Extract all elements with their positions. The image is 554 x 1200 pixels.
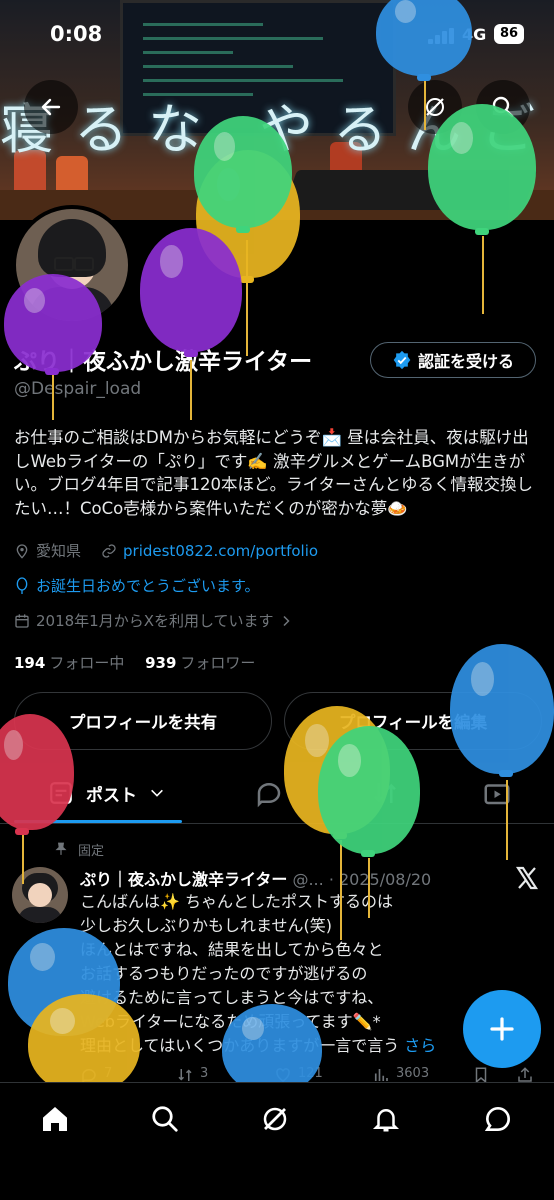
location-pin-icon bbox=[16, 543, 28, 559]
profile-bio: お仕事のご相談はDMからお気軽にどうぞ📩 昼は会社員、夜は駆け出しWebライター… bbox=[14, 428, 534, 518]
pinned-label: 固定 bbox=[78, 844, 105, 859]
pin-icon bbox=[55, 842, 67, 855]
chevron-down-icon bbox=[151, 789, 163, 797]
post-author-handle: @... bbox=[292, 870, 324, 889]
balloon bbox=[428, 104, 536, 230]
post-header: ぷり｜夜ふかし激辛ライター @... · 2025/08/20 bbox=[80, 870, 432, 889]
tab-posts-label: ポスト bbox=[86, 785, 137, 806]
plus-icon bbox=[490, 1017, 514, 1041]
verified-badge-icon bbox=[393, 350, 411, 370]
follow-stats: 194 フォロー中 939 フォロワー bbox=[14, 652, 255, 673]
profile-location: 愛知県 bbox=[36, 542, 82, 560]
joined-row[interactable]: 2018年1月からXを利用しています bbox=[14, 610, 292, 631]
balloon bbox=[318, 726, 420, 854]
x-logo-icon bbox=[515, 866, 539, 890]
profile-handle: @Despair_load bbox=[14, 379, 142, 399]
nav-notifications[interactable] bbox=[366, 1099, 406, 1139]
post-line: 少しお久しぶりかもしれません(笑) bbox=[80, 916, 333, 935]
post-line: ほんとはですね、結果を出してから色々と bbox=[80, 940, 384, 959]
balloon-icon bbox=[16, 576, 28, 594]
post-date: 2025/08/20 bbox=[339, 870, 432, 889]
balloon bbox=[376, 0, 472, 76]
back-arrow-icon bbox=[41, 98, 61, 116]
profile-tabs: ポスト bbox=[0, 766, 554, 822]
get-verified-label: 認証を受ける bbox=[417, 352, 514, 371]
compose-post-button[interactable] bbox=[463, 990, 541, 1068]
following-label: フォロー中 bbox=[49, 654, 125, 672]
status-time: 0:08 bbox=[50, 22, 103, 46]
replies-tab-icon[interactable] bbox=[254, 778, 284, 808]
balloon bbox=[4, 274, 102, 372]
calendar-icon bbox=[15, 613, 29, 628]
profile-meta-row: 愛知県 pridest0822.com/portfolio bbox=[14, 540, 318, 561]
bottom-nav bbox=[0, 1082, 554, 1200]
nav-messages[interactable] bbox=[478, 1099, 518, 1139]
search-icon bbox=[152, 1106, 178, 1132]
balloon bbox=[140, 228, 242, 352]
link-icon bbox=[102, 543, 116, 558]
balloon bbox=[222, 1004, 322, 1094]
grok-icon bbox=[426, 98, 444, 116]
post-author-name[interactable]: ぷり｜夜ふかし激辛ライター bbox=[80, 870, 287, 889]
balloon bbox=[450, 644, 554, 774]
following-stat[interactable]: 194 フォロー中 bbox=[14, 654, 124, 672]
tabs-divider bbox=[0, 823, 554, 824]
back-button[interactable] bbox=[24, 80, 78, 134]
birthday-row: お誕生日おめでとうございます。 bbox=[14, 575, 260, 596]
followers-count: 939 bbox=[145, 654, 177, 672]
balloon bbox=[28, 994, 140, 1094]
nav-home[interactable] bbox=[35, 1099, 75, 1139]
followers-stat[interactable]: 939 フォロワー bbox=[145, 654, 255, 672]
grok-icon bbox=[263, 1107, 287, 1131]
post-line: お話するつもりだったのですが逃げるの bbox=[80, 964, 368, 983]
message-icon bbox=[484, 1107, 510, 1131]
profile-website-link[interactable]: pridest0822.com/portfolio bbox=[123, 542, 318, 560]
show-more-link[interactable]: さら bbox=[404, 1036, 436, 1055]
following-count: 194 bbox=[14, 654, 46, 672]
followers-label: フォロワー bbox=[180, 654, 256, 672]
post-line: こんばんは✨ ちゃんとしたポストするのは bbox=[80, 892, 394, 911]
chevron-right-icon bbox=[283, 615, 290, 626]
bell-icon bbox=[372, 1109, 400, 1132]
post-author-avatar[interactable] bbox=[12, 867, 68, 923]
nav-search[interactable] bbox=[145, 1099, 185, 1139]
battery-level: 86 bbox=[494, 24, 524, 44]
home-icon bbox=[43, 1107, 67, 1131]
balloon bbox=[194, 116, 292, 228]
get-verified-button[interactable]: 認証を受ける bbox=[370, 342, 536, 378]
nav-grok[interactable] bbox=[255, 1099, 295, 1139]
joined-date: 2018年1月からXを利用しています bbox=[36, 612, 274, 630]
birthday-message: お誕生日おめでとうございます。 bbox=[36, 577, 260, 595]
